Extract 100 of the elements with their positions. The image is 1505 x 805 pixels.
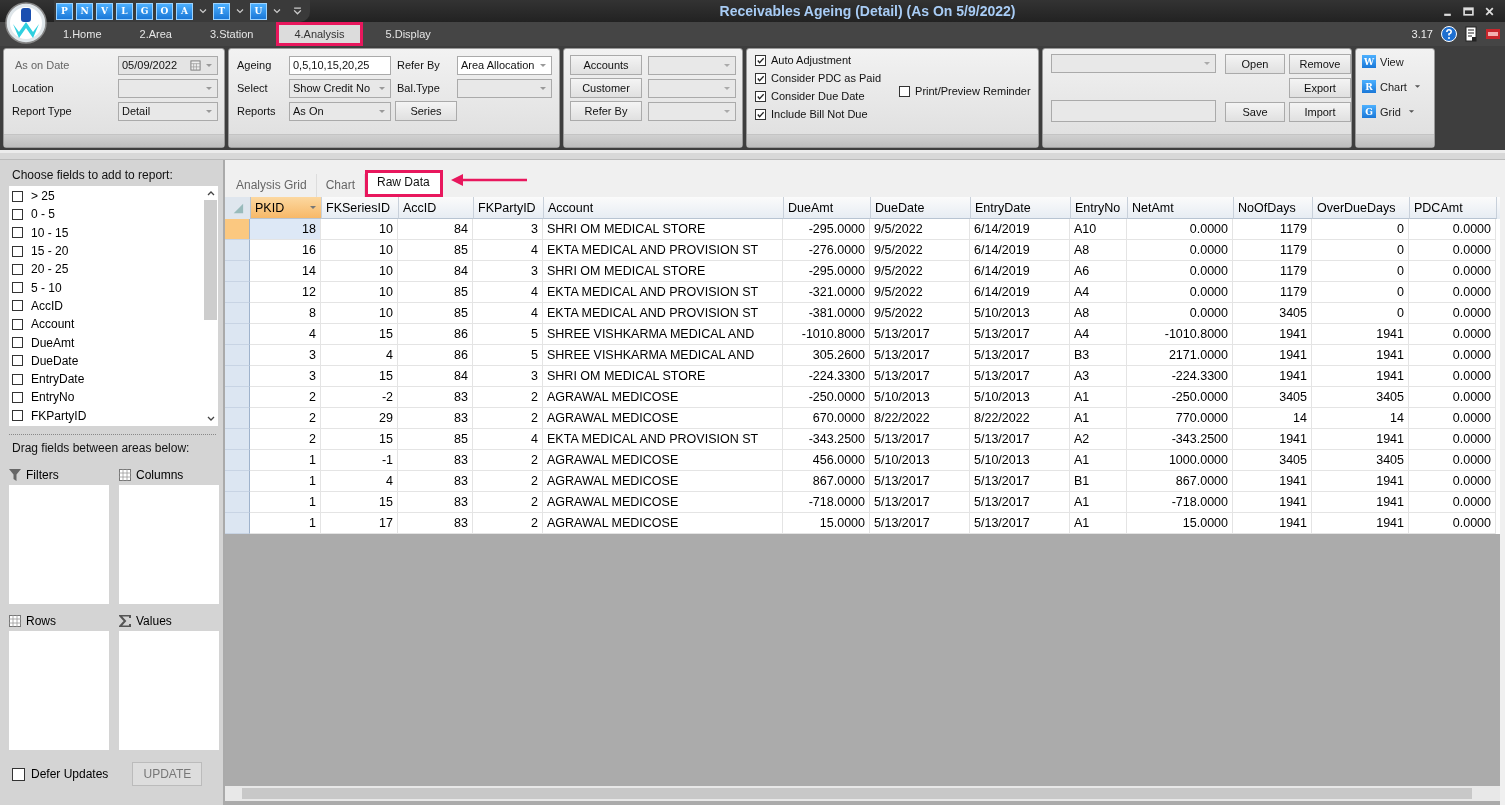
caret-icon[interactable] xyxy=(273,8,281,14)
field-checkbox[interactable]: 20 - 25 xyxy=(9,260,203,279)
field-checkbox[interactable]: Account xyxy=(9,315,203,334)
scroll-thumb[interactable] xyxy=(204,200,217,320)
save-button[interactable]: Save xyxy=(1225,102,1285,122)
caret-icon xyxy=(205,108,213,114)
row-header[interactable] xyxy=(225,429,250,450)
drop-area[interactable] xyxy=(9,631,109,750)
scrollbar[interactable] xyxy=(225,786,1500,801)
option-checkbox[interactable]: Consider PDC as Paid xyxy=(755,70,882,86)
field-checkbox[interactable]: 0 - 5 xyxy=(9,205,203,224)
area-label: Values xyxy=(136,614,172,628)
ribbon-tab[interactable]: 2.Area xyxy=(124,22,187,46)
dropdown[interactable]: Area Allocation xyxy=(457,55,552,75)
row-header[interactable] xyxy=(225,219,250,240)
dropdown[interactable]: Show Credit No xyxy=(289,78,391,98)
caret-icon xyxy=(723,108,731,114)
caret-icon[interactable] xyxy=(1413,84,1421,89)
ribbon-tab[interactable]: 4.Analysis xyxy=(276,22,363,46)
view-tab[interactable]: Raw Data xyxy=(365,170,443,197)
date-picker[interactable]: 05/09/2022 xyxy=(118,55,218,75)
view-menu-button[interactable]: Grid xyxy=(1380,105,1401,118)
option-checkbox[interactable]: Auto Adjustment xyxy=(755,52,882,68)
row-header[interactable] xyxy=(225,492,250,513)
ribbon-tab[interactable]: 5.Display xyxy=(370,22,446,46)
scroll-up-icon[interactable] xyxy=(205,189,216,197)
export-button[interactable]: Export xyxy=(1289,78,1351,98)
caret-icon[interactable] xyxy=(199,8,207,14)
caret-icon xyxy=(539,85,547,91)
caret-icon xyxy=(723,85,731,91)
option-checkbox[interactable]: Include Bill Not Due xyxy=(755,106,882,122)
row-header[interactable] xyxy=(225,345,250,366)
drop-area[interactable] xyxy=(9,485,109,604)
select-all-corner[interactable] xyxy=(225,197,251,219)
option-checkbox[interactable]: Print/Preview Reminder xyxy=(899,83,1031,99)
table-cell: 1941 xyxy=(1233,513,1312,534)
field-checkbox[interactable]: EntryNo xyxy=(9,388,203,407)
table-cell: 15.0000 xyxy=(783,513,870,534)
window-title: Receivables Ageing (Detail) (As On 5/9/2022) xyxy=(718,3,1017,19)
maximize-icon[interactable] xyxy=(1463,5,1474,17)
row-header[interactable] xyxy=(225,366,250,387)
remove-button[interactable]: Remove xyxy=(1289,54,1351,74)
filter-icon xyxy=(9,469,21,481)
row-header[interactable] xyxy=(225,282,250,303)
table-cell: 15.0000 xyxy=(1127,513,1233,534)
input-field[interactable] xyxy=(1051,100,1216,122)
dropdown[interactable] xyxy=(648,78,736,98)
row-header[interactable] xyxy=(225,471,250,492)
input-field[interactable]: 0,5,10,15,20,25 xyxy=(289,55,391,75)
dropdown[interactable] xyxy=(1051,54,1216,73)
row-header[interactable] xyxy=(225,450,250,471)
caret-icon[interactable] xyxy=(236,8,244,14)
field-checkbox[interactable]: AccID xyxy=(9,296,203,316)
field-checkbox[interactable]: 15 - 20 xyxy=(9,241,203,261)
filter-button[interactable]: Accounts xyxy=(570,55,642,75)
scroll-down-icon[interactable] xyxy=(205,415,216,423)
filter-button[interactable]: Refer By xyxy=(570,101,642,121)
field-checkbox[interactable]: FKPartyID xyxy=(9,406,203,425)
ribbon-tab[interactable]: 3.Station xyxy=(194,22,269,46)
ribbon-tab[interactable]: 1.Home xyxy=(48,22,117,46)
dropdown[interactable] xyxy=(118,78,218,98)
dropdown[interactable]: Detail xyxy=(118,101,218,121)
field-checkbox[interactable]: 10 - 15 xyxy=(9,223,203,242)
view-menu-button[interactable]: View xyxy=(1380,55,1404,68)
caret-icon[interactable] xyxy=(1407,109,1415,114)
row-header[interactable] xyxy=(225,387,250,408)
field-checkbox[interactable]: DueDate xyxy=(9,351,203,370)
column-header[interactable]: PKID xyxy=(251,197,322,219)
dropdown[interactable] xyxy=(648,101,736,121)
filter-button[interactable]: Customer xyxy=(570,78,642,98)
area-label: Filters xyxy=(26,468,59,482)
defer-checkbox[interactable]: Defer Updates xyxy=(12,767,109,781)
drop-area[interactable] xyxy=(119,485,219,604)
row-header[interactable] xyxy=(225,303,250,324)
option-checkbox[interactable]: Consider Due Date xyxy=(755,88,882,104)
field-checkbox[interactable]: DueAmt xyxy=(9,333,203,352)
field-label: Location xyxy=(12,82,55,94)
customize-icon[interactable] xyxy=(293,6,302,16)
open-button[interactable]: Open xyxy=(1225,54,1285,74)
row-header[interactable] xyxy=(225,261,250,282)
import-button[interactable]: Import xyxy=(1289,102,1351,122)
dropdown[interactable] xyxy=(457,78,552,98)
field-checkbox[interactable]: 5 - 10 xyxy=(9,278,203,297)
field-checkbox[interactable]: > 25 xyxy=(9,187,203,206)
document-icon[interactable] xyxy=(1463,26,1479,42)
dropdown[interactable]: As On xyxy=(289,101,391,121)
row-header[interactable] xyxy=(225,513,250,534)
exit-icon[interactable] xyxy=(1485,26,1501,42)
drop-area[interactable] xyxy=(119,631,219,750)
row-header[interactable] xyxy=(225,408,250,429)
scroll-thumb[interactable] xyxy=(242,788,1472,799)
field-list-title: Choose fields to add to report: xyxy=(12,168,174,184)
field-checkbox[interactable]: EntryDate xyxy=(9,369,203,389)
row-header[interactable] xyxy=(225,240,250,261)
close-icon[interactable] xyxy=(1484,5,1495,17)
row-header[interactable] xyxy=(225,324,250,345)
view-menu-button[interactable]: Chart xyxy=(1380,80,1407,93)
dropdown[interactable] xyxy=(648,55,736,75)
help-icon[interactable] xyxy=(1441,26,1457,42)
series-button[interactable]: Series xyxy=(395,101,457,121)
